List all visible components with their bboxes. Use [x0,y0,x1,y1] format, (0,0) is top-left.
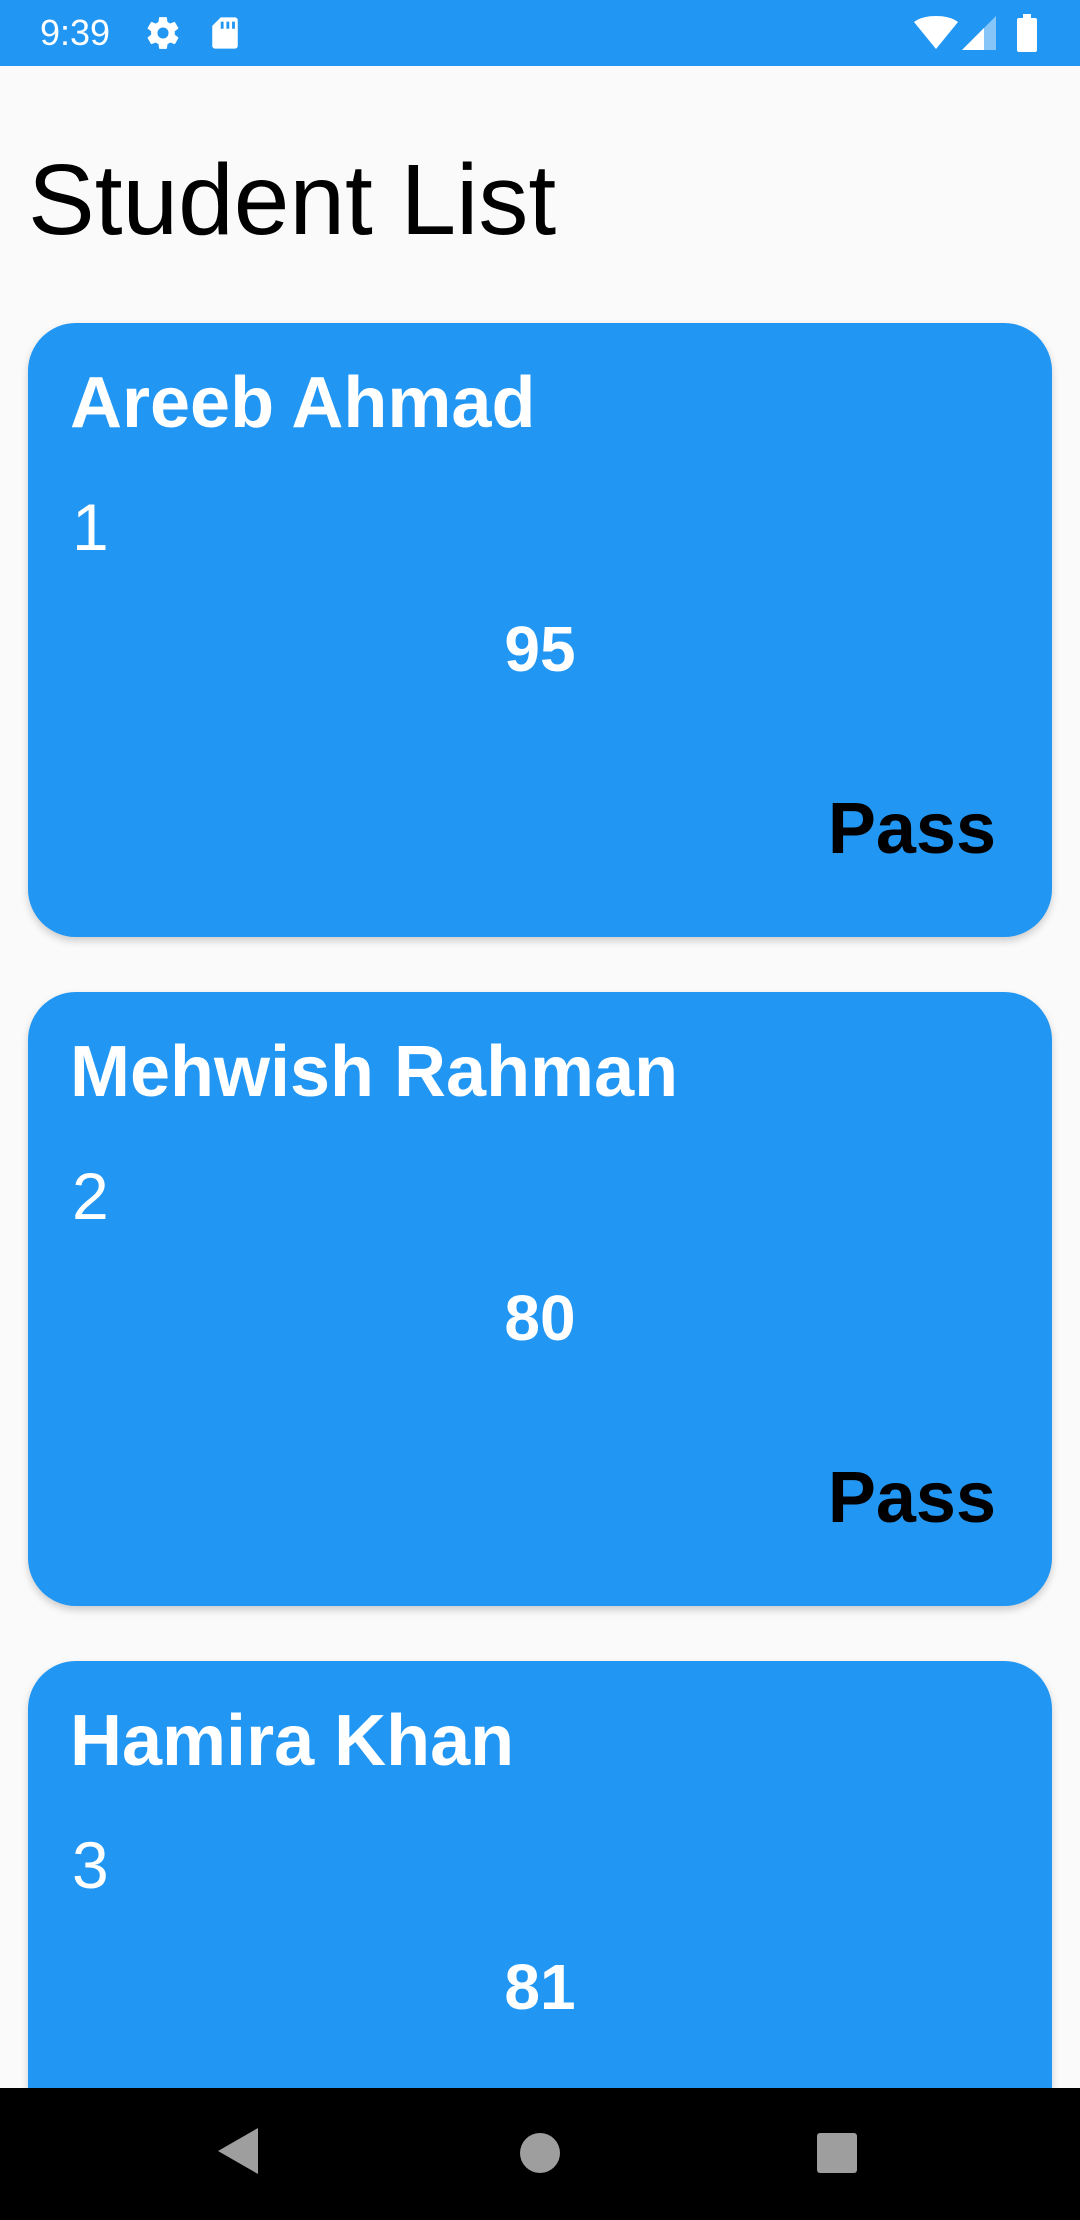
student-id: 1 [72,490,109,564]
gear-icon [147,17,179,49]
student-id: 2 [72,1159,109,1233]
status-bar: 9:39 [0,0,1080,66]
student-score: 81 [504,1951,576,2023]
student-name: Mehwish Rahman [70,1032,679,1112]
recents-icon[interactable] [816,2132,858,2174]
student-id: 3 [72,1828,109,1902]
student-card[interactable]: Mehwish Rahman 2 80 Pass [28,992,1052,1606]
student-list[interactable]: Student List Areeb Ahmad 1 95 Pass Mehwi… [0,0,1080,2088]
signal-icon [962,16,996,50]
student-result: Pass [827,789,996,869]
student-score: 95 [504,613,576,685]
student-name: Hamira Khan [70,1701,515,1781]
student-result: Pass [827,1458,996,1538]
back-icon[interactable] [216,2126,260,2176]
student-card[interactable]: Hamira Khan 3 81 [28,1661,1052,2088]
battery-icon [1017,14,1037,52]
student-score: 80 [504,1282,576,1354]
wifi-icon [914,16,958,49]
sd-card-icon [212,17,238,49]
status-time: 9:39 [40,12,111,53]
app-screen: Student List Areeb Ahmad 1 95 Pass Mehwi… [0,0,1080,2220]
home-icon[interactable] [519,2132,561,2174]
navigation-bar [0,2088,1080,2220]
page-title: Student List [28,144,557,256]
student-name: Areeb Ahmad [70,363,536,443]
student-card[interactable]: Areeb Ahmad 1 95 Pass [28,323,1052,937]
